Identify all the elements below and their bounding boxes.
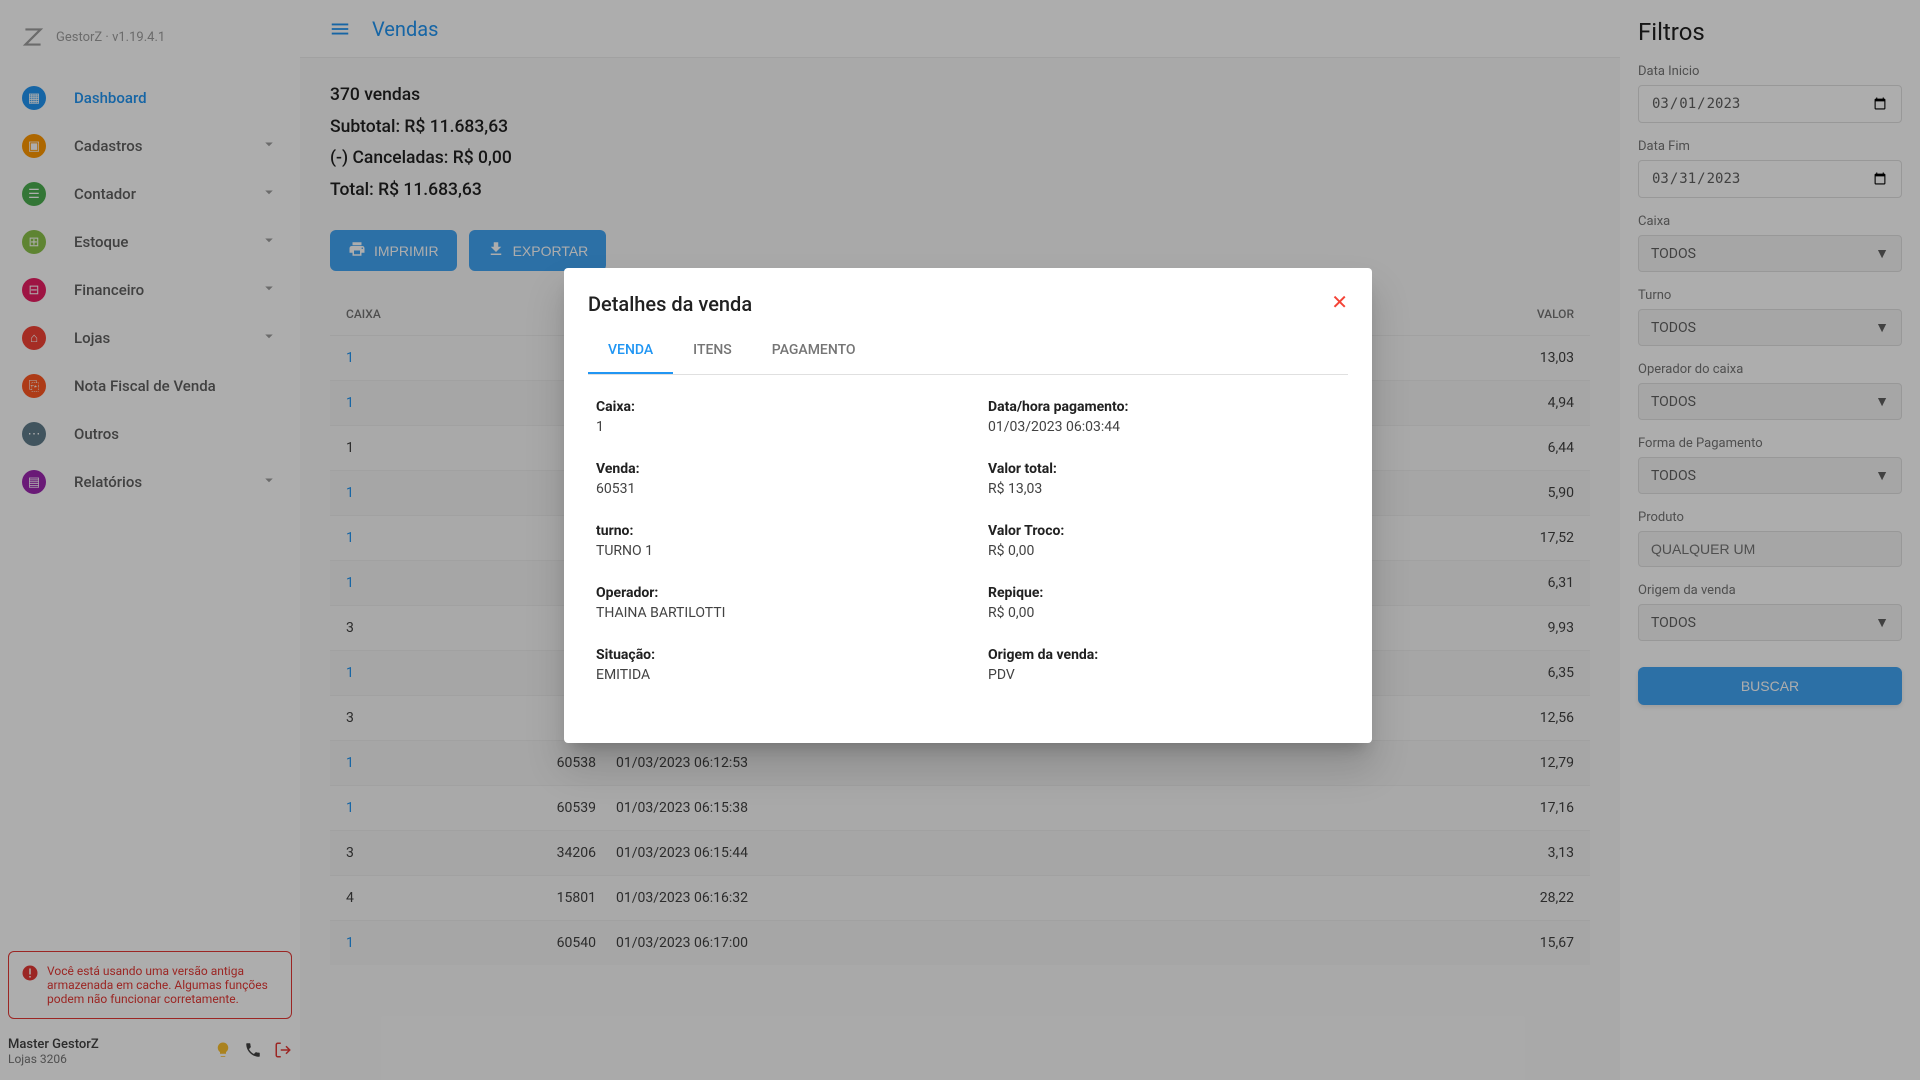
detail-situacao-label: Situação:: [596, 647, 948, 663]
detail-datahora-label: Data/hora pagamento:: [988, 399, 1340, 415]
detail-venda-value: 60531: [596, 481, 948, 497]
detail-origem-value: PDV: [988, 667, 1340, 683]
detail-operador-value: THAINA BARTILOTTI: [596, 605, 948, 621]
detail-repique-label: Repique:: [988, 585, 1340, 601]
detail-caixa-label: Caixa:: [596, 399, 948, 415]
detail-repique-value: R$ 0,00: [988, 605, 1340, 621]
sale-details-modal: Detalhes da venda ✕ VENDA ITENS PAGAMENT…: [564, 268, 1372, 743]
detail-venda-label: Venda:: [596, 461, 948, 477]
detail-datahora-value: 01/03/2023 06:03:44: [988, 419, 1340, 435]
detail-situacao-value: EMITIDA: [596, 667, 948, 683]
tab-itens[interactable]: ITENS: [673, 328, 752, 374]
close-icon[interactable]: ✕: [1331, 292, 1348, 312]
detail-turno-label: turno:: [596, 523, 948, 539]
detail-turno-value: TURNO 1: [596, 543, 948, 559]
detail-valortotal-value: R$ 13,03: [988, 481, 1340, 497]
detail-valortroco-value: R$ 0,00: [988, 543, 1340, 559]
detail-origem-label: Origem da venda:: [988, 647, 1340, 663]
modal-title: Detalhes da venda: [588, 292, 752, 316]
tab-venda[interactable]: VENDA: [588, 328, 673, 374]
tab-pagamento[interactable]: PAGAMENTO: [752, 328, 876, 374]
modal-tabs: VENDA ITENS PAGAMENTO: [588, 328, 1348, 375]
modal-body: Caixa: 1 Data/hora pagamento: 01/03/2023 0…: [564, 375, 1372, 743]
detail-caixa-value: 1: [596, 419, 948, 435]
detail-operador-label: Operador:: [596, 585, 948, 601]
detail-valortotal-label: Valor total:: [988, 461, 1340, 477]
detail-valortroco-label: Valor Troco:: [988, 523, 1340, 539]
